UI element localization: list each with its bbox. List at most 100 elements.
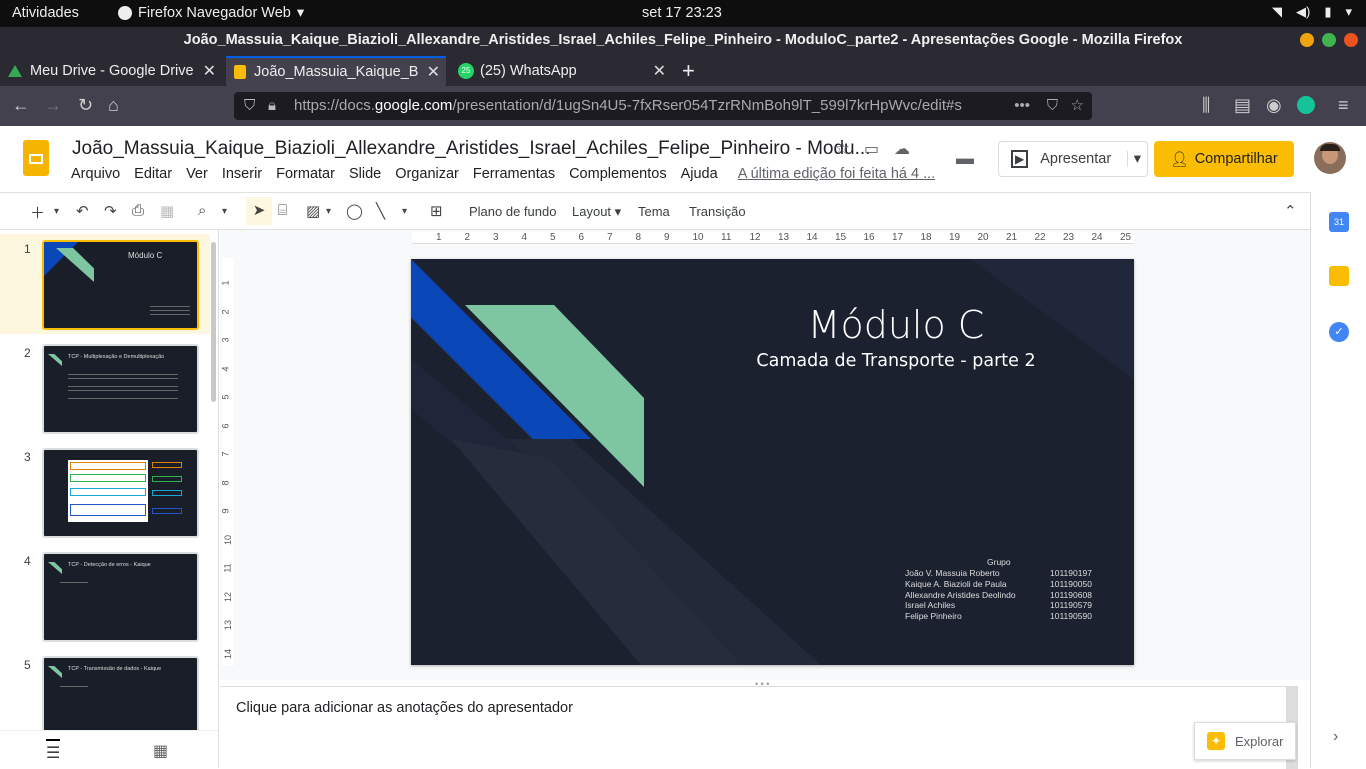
menu-ferramentas[interactable]: Ferramentas <box>473 166 555 182</box>
speaker-notes[interactable]: Clique para adicionar as anotações do ap… <box>220 686 1298 769</box>
tasks-icon[interactable]: ✓ <box>1329 322 1349 342</box>
more-icon[interactable]: ••• <box>1008 92 1030 120</box>
list-view-icon[interactable]: ☰ <box>46 739 61 763</box>
move-folder-icon[interactable]: ▭ <box>864 139 879 159</box>
menu-editar[interactable]: Editar <box>134 166 172 182</box>
line-icon[interactable]: ╲ <box>376 202 385 220</box>
chevron-down-icon[interactable]: ▾ <box>222 206 227 217</box>
slide-thumbnail[interactable]: 4 TCP - Detecção de erros - Kaique <box>0 546 210 646</box>
layout-button[interactable]: Layout ▾ <box>572 204 621 220</box>
background-button[interactable]: Plano de fundo <box>469 204 556 219</box>
member-row[interactable]: Felipe Pinheiro 101190590 <box>905 611 1092 621</box>
account-icon[interactable]: ◉ <box>1266 95 1282 116</box>
tab-slides[interactable]: João_Massuia_Kaique_B ✕ <box>226 56 446 86</box>
minimize-button[interactable] <box>1300 33 1314 47</box>
back-icon[interactable]: ← <box>12 95 30 116</box>
url-bar[interactable]: ⛉ 🔒︎ https://docs.google.com/presentatio… <box>234 92 1092 120</box>
insert-comment-icon[interactable]: ⊞ <box>430 202 443 220</box>
menu-bar: Arquivo Editar Ver Inserir Formatar Slid… <box>71 166 949 182</box>
slide-subtitle[interactable]: Camada de Transporte - parte 2 <box>741 351 1051 371</box>
close-icon[interactable]: ✕ <box>427 62 440 82</box>
undo-icon[interactable]: ↶ <box>76 202 89 220</box>
chevron-down-icon[interactable]: ▾ <box>402 206 407 217</box>
tab-whatsapp[interactable]: 25 (25) WhatsApp ✕ <box>450 56 672 86</box>
slides-logo-icon[interactable] <box>23 140 49 176</box>
battery-icon: ▮ <box>1324 4 1332 19</box>
select-tool-icon[interactable]: ➤ <box>246 197 272 225</box>
pocket-icon[interactable]: ⛉ <box>1046 92 1058 120</box>
expand-panel-icon[interactable]: › <box>1333 728 1338 746</box>
zoom-icon[interactable]: ⌕ <box>198 202 206 219</box>
chevron-down-icon[interactable]: ▾ <box>54 206 59 217</box>
menu-ver[interactable]: Ver <box>186 166 208 182</box>
avatar[interactable] <box>1314 142 1346 174</box>
sidebar-icon[interactable]: ▤ <box>1234 95 1251 116</box>
share-button[interactable]: 👤︎ Compartilhar <box>1154 141 1294 177</box>
theme-button[interactable]: Tema <box>638 204 670 219</box>
system-tray[interactable]: ◥ ◀) ▮ ▾ <box>1272 4 1352 20</box>
explore-button[interactable]: ✦ Explorar <box>1194 722 1296 760</box>
home-icon[interactable]: ⌂ <box>108 95 119 116</box>
slide-title[interactable]: Módulo C <box>791 303 1001 347</box>
horizontal-ruler[interactable]: 1 2 3 4 5 6 7 8 9 10 11 12 13 14 15 16 17 18 19 20 21 22 23 24 2… <box>412 232 1134 244</box>
filmstrip-scrollbar[interactable] <box>211 242 216 402</box>
menu-ajuda[interactable]: Ajuda <box>681 166 718 182</box>
calendar-icon[interactable]: 31 <box>1329 212 1349 232</box>
menu-arquivo[interactable]: Arquivo <box>71 166 120 182</box>
new-tab-button[interactable]: + <box>682 58 695 84</box>
document-title[interactable]: João_Massuia_Kaique_Biazioli_Allexandre_… <box>72 138 870 160</box>
keep-icon[interactable] <box>1329 266 1349 286</box>
close-icon[interactable]: ✕ <box>653 61 666 81</box>
tab-google-drive[interactable]: Meu Drive - Google Drive ✕ <box>0 56 222 86</box>
bookmark-star-icon[interactable]: ☆ <box>1070 92 1084 120</box>
slide-canvas[interactable]: Módulo C Camada de Transporte - parte 2 … <box>411 259 1134 665</box>
member-row[interactable]: Israel Achiles 101190579 <box>905 600 1092 610</box>
layout-label: Layout <box>572 204 612 219</box>
grid-view-icon[interactable]: ▦ <box>153 741 168 761</box>
menu-organizar[interactable]: Organizar <box>395 166 459 182</box>
star-icon[interactable]: ☆ <box>834 138 850 159</box>
last-edit-link[interactable]: A última edição foi feita há 4 ... <box>738 166 935 182</box>
member-row[interactable]: Allexandre Aristides Deolindo 101190608 <box>905 590 1092 600</box>
comments-icon[interactable]: ▬ <box>956 148 974 169</box>
activities-button[interactable]: Atividades <box>12 5 79 21</box>
present-button[interactable]: ▶ Apresentar ▾ <box>998 141 1148 177</box>
app-menu[interactable]: Firefox Navegador Web ▾ <box>118 5 304 21</box>
menu-complementos[interactable]: Complementos <box>569 166 667 182</box>
slide-thumbnail[interactable]: 2 TCP - Multiplexação e Demultiplexação <box>0 338 210 438</box>
shield-icon: ⛉ <box>244 97 256 114</box>
forward-icon[interactable]: → <box>44 95 62 116</box>
collapse-toolbar-icon[interactable]: ⌃ <box>1284 202 1297 220</box>
chevron-down-icon[interactable]: ▾ <box>1126 151 1141 167</box>
member-row[interactable]: João V. Massuia Roberto 101190197 <box>905 568 1092 578</box>
group-label[interactable]: Grupo <box>987 557 1011 567</box>
grammarly-icon[interactable] <box>1297 96 1315 114</box>
tab-label: (25) WhatsApp <box>480 63 577 79</box>
side-panel: 31 ✓ › <box>1310 192 1366 768</box>
vertical-ruler[interactable]: 1 2 3 4 5 6 7 8 9 10 11 12 13 14 <box>221 258 234 666</box>
new-slide-icon[interactable]: ＋ <box>30 202 45 223</box>
menu-inserir[interactable]: Inserir <box>222 166 262 182</box>
transition-button[interactable]: Transição <box>689 204 746 219</box>
menu-formatar[interactable]: Formatar <box>276 166 335 182</box>
menu-icon[interactable]: ≡ <box>1338 95 1349 116</box>
textbox-icon[interactable]: ⌸ <box>278 202 287 219</box>
reload-icon[interactable]: ↻ <box>78 95 93 116</box>
redo-icon[interactable]: ↷ <box>104 202 117 220</box>
clock[interactable]: set 17 23:23 <box>642 5 722 21</box>
slide-thumbnail[interactable]: 3 <box>0 442 210 542</box>
slide-thumbnail[interactable]: 1 Módulo C <box>0 234 210 334</box>
chevron-down-icon[interactable]: ▾ <box>326 206 331 217</box>
menu-slide[interactable]: Slide <box>349 166 381 182</box>
maximize-button[interactable] <box>1322 33 1336 47</box>
paint-format-icon[interactable]: ▦ <box>160 202 174 220</box>
library-icon[interactable]: ⫼ <box>1202 95 1210 116</box>
close-window-button[interactable] <box>1344 33 1358 47</box>
app-name: Firefox Navegador Web <box>138 5 291 21</box>
print-icon[interactable]: ⎙ <box>132 202 144 219</box>
image-icon[interactable]: ▨ <box>306 202 320 220</box>
member-row[interactable]: Kaique A. Biazioli de Paula 101190050 <box>905 579 1092 589</box>
shape-icon[interactable]: ◯ <box>346 202 363 220</box>
cloud-status-icon[interactable]: ☁ <box>894 139 910 159</box>
close-icon[interactable]: ✕ <box>203 61 216 81</box>
